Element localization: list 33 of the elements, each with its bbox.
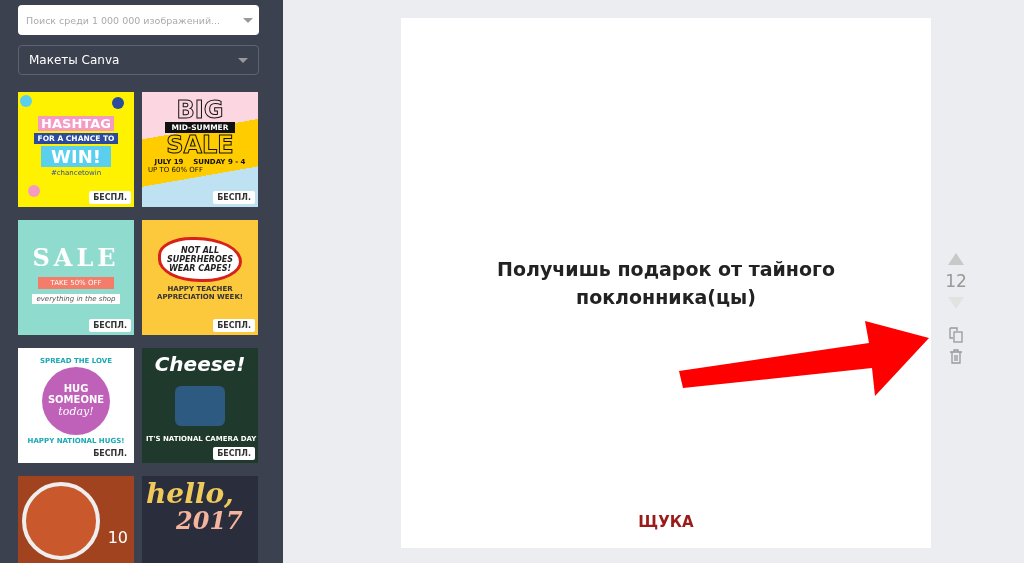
design-page[interactable]: Получишь подарок от тайного поклонника(цы) ЩУКА	[401, 18, 931, 548]
template-text: Cheese!	[154, 352, 246, 376]
circle-shape	[28, 185, 40, 197]
trash-icon[interactable]	[950, 349, 962, 364]
copy-icon[interactable]	[949, 327, 963, 343]
template-text: WIN!	[41, 146, 111, 167]
free-badge: БЕСПЛ.	[213, 447, 255, 460]
free-badge: БЕСПЛ.	[89, 191, 131, 204]
template-text: BIG	[176, 98, 224, 122]
up-arrow-icon[interactable]	[948, 253, 964, 265]
page-number: 12	[945, 271, 967, 291]
circle-shape	[112, 97, 124, 109]
search-field[interactable]: Поиск среди 1 000 000 изображений...	[18, 5, 259, 35]
photo-placeholder	[175, 385, 225, 426]
burst-shape: NOT ALL SUPERHEROES WEAR CAPES!	[157, 237, 243, 283]
free-badge: БЕСПЛ.	[213, 319, 255, 332]
template-text: hello,	[146, 480, 234, 508]
free-badge: БЕСПЛ.	[213, 191, 255, 204]
template-text: 10	[107, 528, 128, 547]
template-thumbnail[interactable]: 10	[18, 476, 134, 563]
circle-shape	[20, 95, 32, 107]
caret-icon	[238, 57, 248, 63]
template-text: SALE	[32, 243, 120, 272]
free-badge: БЕСПЛ.	[89, 319, 131, 332]
circle-shape: HUG SOMEONE today!	[42, 366, 110, 435]
template-text: HASHTAG	[38, 116, 114, 131]
logo: ЩУКА	[638, 513, 694, 531]
category-dropdown[interactable]: Макеты Canva	[18, 45, 259, 75]
template-thumbnail[interactable]: hello, 2017	[142, 476, 258, 563]
template-text: SALE	[166, 133, 234, 157]
template-text: 2017	[176, 508, 243, 535]
caret-icon	[243, 17, 253, 23]
page-heading: Получишь подарок от тайного поклонника(цы)	[496, 257, 836, 310]
